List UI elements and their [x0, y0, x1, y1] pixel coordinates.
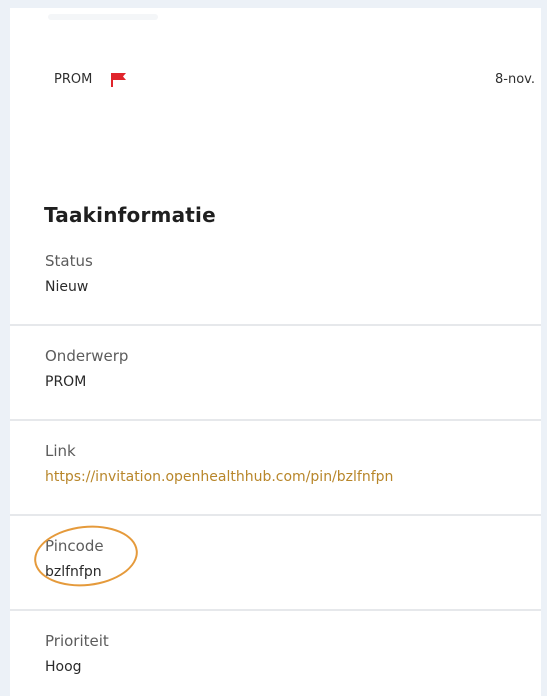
- section-title: Taakinformatie: [44, 203, 216, 227]
- divider: [10, 324, 541, 326]
- divider: [10, 419, 541, 421]
- header-remnant: [48, 14, 158, 20]
- field-label: Link: [45, 442, 76, 460]
- divider: [10, 514, 541, 516]
- field-value: Nieuw: [45, 279, 89, 295]
- task-summary-row[interactable]: PROM 8-nov.: [10, 68, 541, 92]
- task-info-panel: PROM 8-nov. Taakinformatie Status Nieuw …: [10, 8, 541, 696]
- task-type-label: PROM: [54, 72, 93, 87]
- field-value: PROM: [45, 374, 87, 390]
- field-value: Hoog: [45, 659, 82, 675]
- flag-icon: [111, 73, 126, 87]
- field-label: Status: [45, 252, 93, 270]
- field-label: Onderwerp: [45, 347, 129, 365]
- task-date: 8-nov.: [495, 72, 535, 87]
- invitation-link[interactable]: https://invitation.openhealthhub.com/pin…: [45, 467, 393, 487]
- divider: [10, 609, 541, 611]
- field-label: Prioriteit: [45, 632, 109, 650]
